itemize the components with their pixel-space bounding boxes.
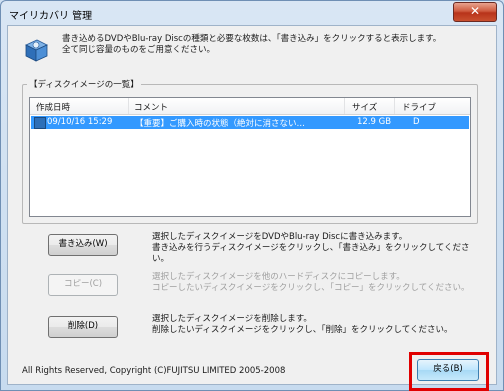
client-area: 書き込めるDVDやBlu-ray Discの種類と必要な枚数は、「書き込み」をク… bbox=[7, 25, 497, 391]
write-description-line-2: 書き込みを行うディスクイメージをクリックし、「書き込み」をクリックしてください。 bbox=[152, 243, 470, 264]
row-comment: 【重要】ご購入時の状態（絶対に消さない… bbox=[135, 119, 306, 129]
copy-description-line-1: 選択したディスクイメージを他のハードディスクにコピーします。 bbox=[152, 272, 405, 282]
write-description: 選択したディスクイメージをDVDやBlu-ray Discに書き込みます。 書き… bbox=[152, 232, 482, 265]
column-divider[interactable] bbox=[344, 98, 345, 114]
copyright-text: All Rights Reserved, Copyright (C)FUJITS… bbox=[22, 366, 286, 376]
window-title: マイリカバリ 管理 bbox=[9, 11, 93, 22]
disk-image-group: 【ディスクイメージの一覧】 作成日時 コメント サイズ ドライブ 09/10/1… bbox=[22, 78, 478, 224]
disk-image-list[interactable]: 作成日時 コメント サイズ ドライブ 09/10/16 15:29 【重要】ご購… bbox=[29, 97, 471, 217]
column-comment[interactable]: コメント bbox=[134, 101, 168, 113]
copy-description-line-2: コピーしたいディスクイメージをクリックし、「コピー」をクリックしてください。 bbox=[152, 283, 470, 293]
table-row[interactable]: 09/10/16 15:29 【重要】ご購入時の状態（絶対に消さない… 12.9… bbox=[31, 116, 469, 129]
write-button[interactable]: 書き込み(W) bbox=[48, 234, 118, 256]
row-size: 12.9 GB bbox=[357, 117, 392, 127]
close-icon: ✕ bbox=[469, 4, 481, 18]
copy-description: 選択したディスクイメージを他のハードディスクにコピーします。 コピーしたいディス… bbox=[152, 272, 482, 294]
write-description-line-1: 選択したディスクイメージをDVDやBlu-ray Discに書き込みます。 bbox=[152, 232, 408, 242]
row-drive: D bbox=[413, 117, 420, 127]
intro-text: 書き込めるDVDやBlu-ray Discの種類と必要な枚数は、「書き込み」をク… bbox=[62, 34, 482, 56]
delete-button[interactable]: 削除(D) bbox=[48, 316, 118, 338]
title-bar[interactable]: マイリカバリ 管理 ✕ bbox=[1, 1, 503, 25]
disk-image-group-label: 【ディスクイメージの一覧】 bbox=[27, 78, 141, 90]
delete-description-line-2: 削除したいディスクイメージをクリックし、「削除」をクリックしてください。 bbox=[152, 325, 453, 335]
column-divider[interactable] bbox=[128, 98, 129, 114]
disk-image-icon bbox=[34, 117, 46, 129]
row-date: 09/10/16 15:29 bbox=[47, 117, 113, 127]
close-button[interactable]: ✕ bbox=[453, 2, 497, 22]
column-divider[interactable] bbox=[394, 98, 395, 114]
column-drive[interactable]: ドライブ bbox=[402, 101, 436, 113]
intro-line-2: 全て同じ容量のものをご用意ください。 bbox=[62, 45, 216, 55]
delete-description-line-1: 選択したディスクイメージを削除します。 bbox=[152, 314, 312, 324]
list-header: 作成日時 コメント サイズ ドライブ bbox=[30, 98, 470, 115]
column-size[interactable]: サイズ bbox=[352, 101, 377, 113]
copy-button[interactable]: コピー(C) bbox=[48, 274, 118, 296]
back-button[interactable]: 戻る(B) bbox=[417, 359, 479, 381]
intro-line-1: 書き込めるDVDやBlu-ray Discの種類と必要な枚数は、「書き込み」をク… bbox=[62, 34, 442, 44]
recovery-manager-window: マイリカバリ 管理 ✕ 書き込めるDVDやBlu-ray Discの種類と必要な… bbox=[0, 0, 504, 391]
column-date[interactable]: 作成日時 bbox=[36, 101, 70, 113]
delete-description: 選択したディスクイメージを削除します。 削除したいディスクイメージをクリックし、… bbox=[152, 314, 482, 336]
recovery-disc-icon bbox=[25, 39, 48, 62]
